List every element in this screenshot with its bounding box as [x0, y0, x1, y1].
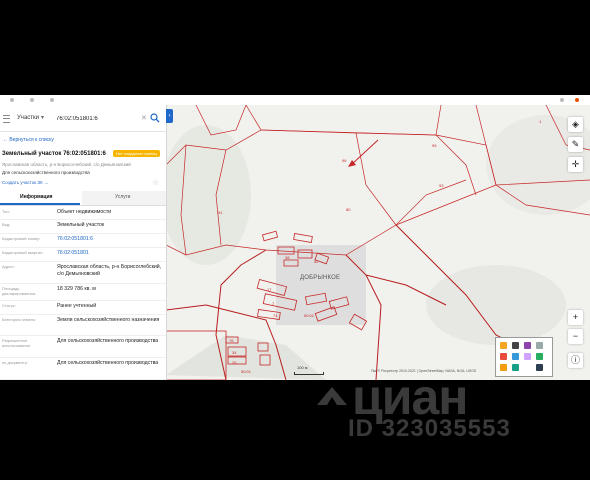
star-icon[interactable]: ☆	[152, 178, 159, 187]
svg-text:91: 91	[218, 210, 223, 215]
info-row: Адрес: Ярославская область, р-н Борисогл…	[0, 261, 166, 284]
info-row: Кадастровый номер: 76:02:051801:6	[0, 233, 166, 248]
svg-text:93: 93	[439, 183, 444, 188]
info-label: Кадастровый номер:	[2, 236, 41, 241]
zoom-in-button[interactable]: +	[568, 310, 583, 325]
village-label: ДОБРЫНКОЕ	[300, 275, 341, 281]
info-value: Ранее учтенный	[57, 303, 97, 309]
info-label: Разрешенное использование:	[2, 338, 32, 348]
close-icon[interactable]: ✕	[141, 114, 147, 122]
info-label: Адрес:	[2, 264, 15, 269]
info-label: Тип:	[2, 209, 10, 214]
info-row: Разрешенное использование: Для сельскохо…	[0, 335, 166, 358]
info-row: Кадастровый квартал: 76:02:051801	[0, 247, 166, 262]
info-row: по документу: Для сельскохозяйственного …	[0, 357, 166, 380]
search-type-select[interactable]: Участки	[17, 115, 39, 121]
info-icon: ⓘ	[570, 355, 580, 365]
parcel-title: Земельный участок 76:02:051801:6	[2, 151, 106, 157]
cadastral-map[interactable]: 96 91 80 93 1 95 38 52 17 7 74 50:01 50:…	[166, 105, 590, 380]
svg-text:34: 34	[232, 350, 237, 355]
tabs: Информация Услуги	[0, 191, 166, 206]
svg-text:96: 96	[342, 158, 347, 163]
info-panel: Участки ▾ ✕ ← Вернуться к списку Земельн…	[0, 105, 167, 380]
info-value: Земельный участок	[57, 222, 105, 228]
info-row: Тип: Объект недвижимости	[0, 206, 166, 220]
tab-services[interactable]: Услуги	[115, 194, 130, 200]
cadastral-number-link[interactable]: 76:02:051801:6	[57, 236, 162, 243]
svg-text:76: 76	[229, 338, 234, 343]
menu-icon[interactable]	[3, 115, 10, 123]
svg-text:52: 52	[314, 259, 319, 264]
search-bar: Участки ▾ ✕	[0, 109, 166, 132]
cian-logo-icon	[317, 387, 347, 405]
collapse-panel-button[interactable]: ‹	[166, 109, 173, 123]
info-label: Площадь декларированная:	[2, 286, 37, 296]
info-label: Статус:	[2, 303, 16, 308]
basemap-icon[interactable]	[512, 353, 519, 360]
info-row: Вид: Земельный участок	[0, 219, 166, 234]
back-to-list-link[interactable]: ← Вернуться к списку	[3, 137, 54, 143]
info-button[interactable]: ⓘ	[568, 353, 583, 368]
info-row: Категория земель: Земли сельскохозяйстве…	[0, 314, 166, 336]
layers-button[interactable]: ◈	[568, 117, 583, 132]
basemap-icon[interactable]	[536, 364, 543, 371]
info-label: Вид:	[2, 222, 11, 227]
basemap-icon[interactable]	[500, 342, 507, 349]
basemap-icon[interactable]	[500, 364, 507, 371]
svg-text:50:01: 50:01	[241, 369, 252, 374]
svg-text:17: 17	[267, 287, 272, 292]
chevron-left-icon: ‹	[168, 113, 171, 119]
create-parcel-link[interactable]: Создать участок ЗК →	[2, 180, 49, 185]
basemap-icon[interactable]	[500, 353, 507, 360]
svg-text:74: 74	[273, 313, 278, 318]
svg-text:95: 95	[432, 143, 437, 148]
info-row: Площадь декларированная: 18 329 786 кв. …	[0, 283, 166, 301]
info-value: Для сельскохозяйственного производства	[57, 338, 159, 344]
basemap-icon[interactable]	[524, 353, 531, 360]
scale-bar	[294, 372, 324, 375]
minus-icon: −	[572, 331, 579, 341]
status-badge: Нет координат границ	[113, 150, 160, 157]
locate-button[interactable]: ✛	[568, 157, 583, 172]
scale-label: 100 м	[297, 365, 308, 370]
plus-icon: +	[572, 312, 579, 322]
parcel-address: Ярославская область, р-н Борисоглебский,…	[2, 162, 131, 167]
info-value: Для сельскохозяйственного производства	[57, 360, 159, 366]
basemap-icon[interactable]	[512, 364, 519, 371]
parcel-purpose: Для сельскохозяйственного производства	[2, 170, 90, 175]
tab-information[interactable]: Информация	[20, 194, 52, 200]
ruler-icon: ✎	[571, 139, 580, 149]
basemap-icon[interactable]	[512, 342, 519, 349]
info-value: 18 329 786 кв. м	[57, 286, 96, 292]
info-value: Объект недвижимости	[57, 209, 112, 215]
screen: 96 91 80 93 1 95 38 52 17 7 74 50:01 50:…	[0, 95, 590, 380]
watermark-id: ID 323035553	[348, 415, 511, 442]
svg-text:38: 38	[285, 255, 290, 260]
ruler-button[interactable]: ✎	[568, 137, 583, 152]
info-row: Статус: Ранее учтенный	[0, 300, 166, 315]
svg-text:50:01: 50:01	[304, 313, 315, 318]
chevron-down-icon[interactable]: ▾	[41, 114, 44, 121]
crosshair-icon: ✛	[571, 159, 580, 169]
basemap-icon[interactable]	[524, 342, 531, 349]
info-value: Ярославская область, р-н Борисоглебский,…	[57, 264, 162, 277]
search-icon[interactable]	[150, 113, 160, 123]
cadastral-quarter-link[interactable]: 76:02:051801	[57, 250, 162, 257]
basemap-icon[interactable]	[536, 342, 543, 349]
info-value: Земли сельскохозяйственного назначения	[57, 317, 160, 323]
zoom-out-button[interactable]: −	[568, 329, 583, 344]
basemap-icon[interactable]	[536, 353, 543, 360]
info-label: Категория земель:	[2, 317, 37, 322]
active-tab-indicator	[0, 203, 80, 205]
svg-text:25: 25	[232, 360, 237, 365]
svg-text:80: 80	[346, 207, 351, 212]
basemap-switcher[interactable]	[495, 337, 553, 377]
info-label: Кадастровый квартал:	[2, 250, 44, 255]
info-label: по документу:	[2, 360, 28, 365]
layers-icon: ◈	[572, 119, 579, 129]
